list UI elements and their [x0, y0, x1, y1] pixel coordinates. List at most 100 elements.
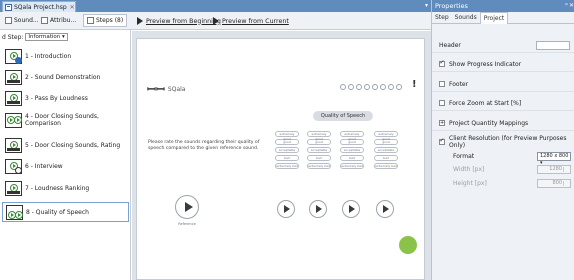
tab-project[interactable]: Project	[479, 12, 509, 24]
rating-option[interactable]: extremely good	[307, 131, 331, 141]
client-resolution-row[interactable]: Client Resolution (for Preview Purposes …	[432, 134, 574, 149]
step-item-loudness-ranking[interactable]: 7 - Loudness Ranking	[2, 178, 129, 198]
sound-play-button[interactable]	[342, 200, 360, 218]
pin-icon[interactable]: ᵖ	[565, 0, 568, 12]
sound-play-button[interactable]	[309, 200, 327, 218]
show-progress-row[interactable]: Show Progress Indicator	[432, 57, 574, 72]
step-filter-select[interactable]: Information ▾	[25, 33, 68, 41]
rating-option[interactable]: bad	[307, 155, 331, 161]
rating-option[interactable]: good	[307, 139, 331, 145]
header-field[interactable]	[536, 41, 570, 50]
format-select[interactable]: 1280 x 800 ▾	[537, 152, 571, 166]
step-item-interview[interactable]: 6 - Interview	[2, 156, 129, 176]
tab-step[interactable]: Step	[432, 12, 452, 24]
comparison-step-icon	[5, 112, 22, 128]
play-icon	[185, 202, 193, 212]
rating-scale: extremely good good acceptable bad extre…	[374, 131, 398, 171]
step-item-door-closing-comparison[interactable]: 4 - Door Closing Sounds, Comparison	[2, 110, 129, 130]
height-label: Height [px]	[453, 180, 487, 187]
footer-row[interactable]: Footer	[432, 77, 574, 92]
rating-option[interactable]: good	[374, 139, 398, 145]
rating-option[interactable]: extremely bad	[275, 163, 299, 169]
format-label: Format	[453, 153, 475, 160]
rating-option[interactable]: bad	[340, 155, 364, 161]
quantity-mappings-row[interactable]: + Project Quantity Mappings	[432, 116, 574, 131]
rating-option[interactable]: acceptable	[307, 147, 331, 153]
rating-option[interactable]: extremely bad	[374, 163, 398, 169]
instructions-text: Please rate the sounds regarding their q…	[148, 140, 260, 151]
rating-option[interactable]: bad	[275, 155, 299, 161]
rating-option[interactable]: extremely bad	[307, 163, 331, 169]
tab-label: Steps (8)	[96, 17, 124, 24]
document-tab-title: SQala Project.hsp	[14, 3, 67, 11]
client-resolution-label: Client Resolution (for Preview Purposes …	[449, 134, 567, 149]
logo-mark-icon: ꟷꟷ	[147, 83, 165, 96]
step-item-door-closing-rating[interactable]: 5 - Door Closing Sounds, Rating	[2, 135, 129, 155]
sound-play-button[interactable]	[376, 200, 394, 218]
progress-dot	[380, 84, 386, 90]
show-progress-label: Show Progress Indicator	[449, 60, 522, 68]
tab-steps[interactable]: Steps (8)	[83, 14, 128, 27]
step-item-introduction[interactable]: 1 - Introduction	[2, 46, 129, 66]
force-zoom-checkbox[interactable]	[439, 100, 445, 106]
format-value: 1280 x 800	[540, 153, 569, 159]
height-stepper[interactable]: 800	[537, 179, 571, 188]
force-zoom-row[interactable]: Force Zoom at Start [%]	[432, 96, 574, 111]
client-resolution-checkbox[interactable]	[439, 137, 445, 145]
show-progress-checkbox[interactable]	[439, 59, 445, 67]
progress-dot	[356, 84, 362, 90]
app-window: SQala Project.hsp ✕ ▾ Sound... Attribu..…	[0, 0, 574, 280]
close-icon[interactable]: ✕	[70, 4, 75, 11]
rating-option[interactable]: extremely good	[374, 131, 398, 141]
next-button[interactable]	[399, 236, 417, 254]
rating-option[interactable]: extremely bad	[340, 163, 364, 169]
warning-icon: !	[412, 79, 417, 90]
width-row: Width [px] 1280	[432, 163, 574, 176]
step-item-sound-demonstration[interactable]: 2 - Sound Demonstration	[2, 67, 129, 87]
reference-play-button[interactable]	[175, 195, 199, 219]
rating-option[interactable]: acceptable	[340, 147, 364, 153]
tab-sounds[interactable]: Sounds	[452, 12, 480, 24]
progress-dot	[388, 84, 394, 90]
step-label: 2 - Sound Demonstration	[25, 73, 101, 81]
preview-current-label: Preview from Current	[222, 17, 289, 25]
step-label: 4 - Door Closing Sounds, Comparison	[25, 113, 99, 127]
logo-text: SQala	[167, 86, 186, 93]
properties-panel: Properties ᵖ ✕ Step Sounds Project Heade…	[431, 0, 574, 280]
close-icon[interactable]: ✕	[569, 0, 574, 12]
document-tab[interactable]: SQala Project.hsp ✕	[2, 1, 76, 12]
rating-option[interactable]: extremely good	[340, 131, 364, 141]
sound-play-button[interactable]	[277, 200, 295, 218]
width-label: Width [px]	[453, 166, 485, 173]
tab-dropdown-icon[interactable]: ▾	[425, 2, 428, 9]
steps-icon	[87, 17, 94, 24]
tab-label: Sound...	[14, 17, 39, 24]
step-item-pass-by-loudness[interactable]: 3 - Pass By Loudness	[2, 88, 129, 108]
interview-step-icon	[5, 158, 22, 174]
tab-sounds[interactable]: Sound...	[2, 14, 42, 27]
width-stepper[interactable]: 1280	[537, 165, 571, 174]
rating-option[interactable]: extremely good	[275, 131, 299, 141]
rating-option[interactable]: bad	[374, 155, 398, 161]
slide-preview: ꟷꟷ SQala ! Quality of Speech Please rate…	[136, 38, 425, 280]
steps-list: d Step: Information ▾ 1 - Introduction 2…	[0, 30, 131, 280]
tab-attributes[interactable]: Attribu...	[38, 14, 79, 27]
header-label: Header	[439, 41, 461, 49]
step-label: 3 - Pass By Loudness	[25, 94, 88, 102]
attribute-icon	[41, 17, 48, 24]
preview-from-beginning-button[interactable]: Preview from Beginning	[137, 15, 221, 27]
step-filter-label: d Step:	[2, 33, 24, 41]
rating-option[interactable]: acceptable	[374, 147, 398, 153]
preview-from-current-button[interactable]: Preview from Current	[213, 15, 289, 27]
rating-scale: extremely good good acceptable bad extre…	[340, 131, 364, 171]
rating-option[interactable]: good	[275, 139, 299, 145]
expand-icon[interactable]: +	[439, 120, 445, 126]
properties-tabs: Step Sounds Project	[432, 12, 574, 24]
document-pane: SQala Project.hsp ✕ ▾ Sound... Attribu..…	[0, 0, 431, 280]
play-icon	[383, 205, 389, 213]
rating-option[interactable]: acceptable	[275, 147, 299, 153]
rating-option[interactable]: good	[340, 139, 364, 145]
footer-checkbox[interactable]	[439, 81, 445, 87]
force-zoom-label: Force Zoom at Start [%]	[449, 99, 522, 107]
step-item-quality-of-speech[interactable]: 8 - Quality of Speech	[2, 202, 129, 222]
